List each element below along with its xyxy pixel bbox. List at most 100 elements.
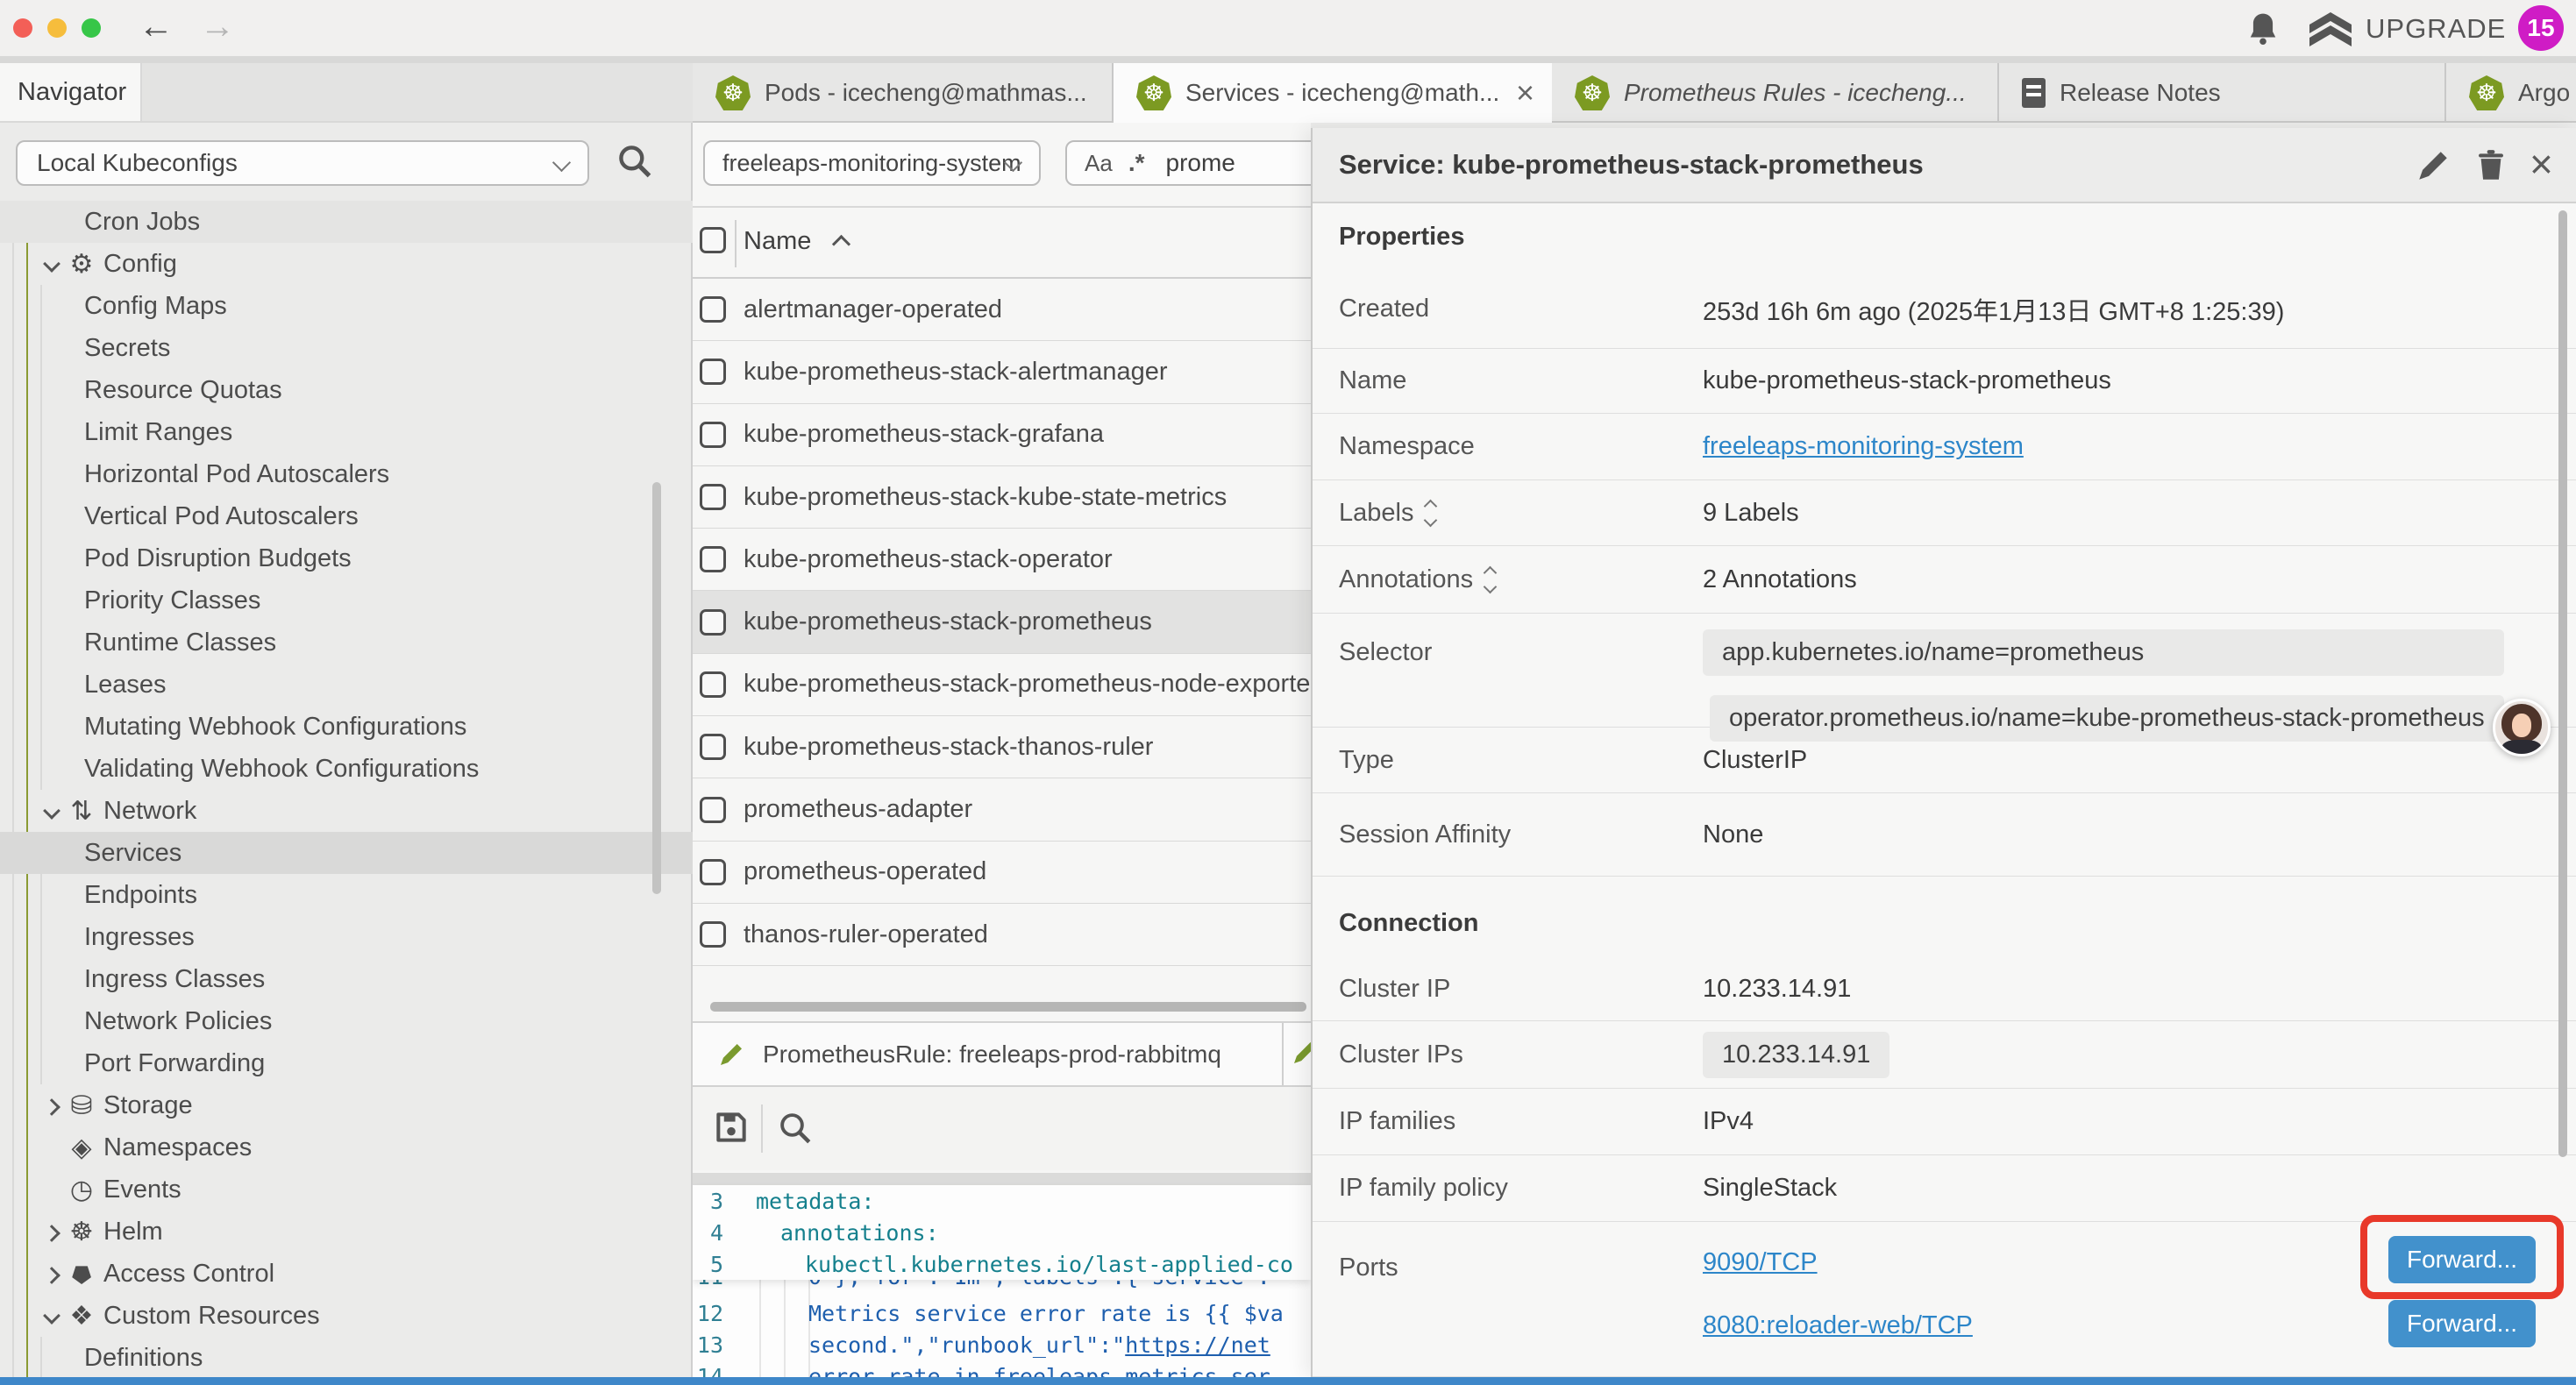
sidebar-tree-item[interactable]: Secrets bbox=[0, 327, 693, 369]
row-checkbox[interactable] bbox=[700, 797, 726, 823]
sidebar-search-icon[interactable] bbox=[616, 142, 654, 181]
tab-argo[interactable]: ☸ Argo Se bbox=[2446, 63, 2576, 123]
name-column-header[interactable]: Name bbox=[744, 227, 811, 256]
sidebar-tree-item[interactable]: Mutating Webhook Configurations bbox=[0, 706, 693, 748]
sidebar-tree-item[interactable]: ◈ Namespaces bbox=[0, 1126, 693, 1168]
avatar[interactable] bbox=[2493, 699, 2551, 756]
sidebar-tree-item[interactable]: ⇅ Network bbox=[0, 790, 693, 832]
service-row[interactable]: prometheus-operated bbox=[693, 842, 1311, 904]
port-link-8080[interactable]: 8080:reloader-web/TCP bbox=[1703, 1311, 1973, 1340]
row-checkbox[interactable] bbox=[700, 859, 726, 885]
window-close-button[interactable] bbox=[13, 18, 32, 38]
expander-icon[interactable] bbox=[42, 1180, 67, 1199]
save-icon[interactable] bbox=[712, 1108, 751, 1147]
upgrade-icon[interactable] bbox=[2306, 11, 2355, 47]
notifications-bell-icon[interactable] bbox=[2246, 11, 2280, 47]
window-minimize-button[interactable] bbox=[47, 18, 67, 38]
expander-icon[interactable] bbox=[42, 1264, 67, 1283]
editor-search-icon[interactable] bbox=[777, 1110, 814, 1147]
row-checkbox[interactable] bbox=[700, 359, 726, 385]
sidebar-tree-item[interactable]: Cron Jobs bbox=[0, 201, 693, 243]
service-row[interactable]: kube-prometheus-stack-thanos-ruler bbox=[693, 716, 1311, 778]
expander-icon[interactable] bbox=[42, 801, 67, 820]
namespace-filter-select[interactable]: freeleaps-monitoring-system bbox=[703, 140, 1041, 186]
sidebar-tree-item[interactable]: ⚙ Config bbox=[0, 243, 693, 285]
runbook-url-link[interactable]: https://net bbox=[1125, 1332, 1270, 1358]
service-row[interactable]: kube-prometheus-stack-alertmanager bbox=[693, 341, 1311, 403]
expander-icon[interactable] bbox=[42, 1138, 67, 1157]
expander-icon[interactable] bbox=[42, 1096, 67, 1115]
row-checkbox[interactable] bbox=[700, 609, 726, 636]
row-checkbox[interactable] bbox=[700, 734, 726, 760]
editor-tab-prometheusrule[interactable]: PrometheusRule: freeleaps-prod-rabbitmq bbox=[693, 1023, 1284, 1085]
sidebar-tree-item[interactable]: Horizontal Pod Autoscalers bbox=[0, 453, 693, 495]
service-row[interactable]: alertmanager-operated bbox=[693, 279, 1311, 341]
service-row[interactable]: kube-prometheus-stack-prometheus bbox=[693, 591, 1311, 653]
sidebar-tree-item[interactable]: Runtime Classes bbox=[0, 621, 693, 664]
yaml-editor[interactable]: 11 0"},"for":"1m","labels":{"service":" … bbox=[693, 1185, 1311, 1378]
service-row[interactable]: kube-prometheus-stack-grafana bbox=[693, 404, 1311, 466]
expander-icon[interactable] bbox=[42, 1306, 67, 1325]
row-checkbox[interactable] bbox=[700, 546, 726, 572]
service-row[interactable]: kube-prometheus-stack-operator bbox=[693, 529, 1311, 591]
expand-collapse-icon[interactable] bbox=[1426, 501, 1435, 525]
expand-collapse-icon[interactable] bbox=[1485, 568, 1495, 592]
delete-icon[interactable] bbox=[2473, 147, 2509, 184]
detail-scrollbar[interactable] bbox=[2558, 210, 2567, 1157]
upgrade-button[interactable]: UPGRADE bbox=[2366, 13, 2506, 45]
sidebar-tree-item[interactable]: ⛁ Storage bbox=[0, 1084, 693, 1126]
sidebar-tree-item[interactable]: Leases bbox=[0, 664, 693, 706]
sidebar-tree-item[interactable]: Pod Disruption Budgets bbox=[0, 537, 693, 579]
sidebar-tree-item[interactable]: ☸ Helm bbox=[0, 1211, 693, 1253]
editor-tab-partial[interactable] bbox=[1284, 1023, 1311, 1085]
sidebar-scrollbar[interactable] bbox=[652, 482, 661, 894]
service-row[interactable]: thanos-ruler-operated bbox=[693, 904, 1311, 966]
tab-close-icon[interactable]: × bbox=[1516, 75, 1534, 110]
expander-icon[interactable] bbox=[42, 1222, 67, 1241]
sidebar-tree-item[interactable]: Priority Classes bbox=[0, 579, 693, 621]
tab-release-notes[interactable]: Release Notes bbox=[1999, 63, 2446, 123]
edit-icon[interactable] bbox=[2415, 147, 2451, 184]
row-checkbox[interactable] bbox=[700, 296, 726, 323]
row-checkbox[interactable] bbox=[700, 422, 726, 448]
tab-pods[interactable]: ☸ Pods - icecheng@mathmas... bbox=[693, 63, 1114, 123]
service-row[interactable]: kube-prometheus-stack-prometheus-node-ex… bbox=[693, 654, 1311, 716]
window-zoom-button[interactable] bbox=[82, 18, 101, 38]
sidebar-tree-item[interactable]: Validating Webhook Configurations bbox=[0, 748, 693, 790]
sidebar-tree-item[interactable]: Limit Ranges bbox=[0, 411, 693, 453]
sidebar-tree-item[interactable]: Resource Quotas bbox=[0, 369, 693, 411]
port-link-9090[interactable]: 9090/TCP bbox=[1703, 1248, 1818, 1277]
sidebar-tree-item[interactable]: Config Maps bbox=[0, 285, 693, 327]
row-checkbox[interactable] bbox=[700, 671, 726, 698]
tab-services[interactable]: ☸ Services - icecheng@math... × bbox=[1114, 63, 1552, 123]
sidebar-tree-item[interactable]: Port Forwarding bbox=[0, 1042, 693, 1084]
sidebar-tree-item[interactable]: ◷ Events bbox=[0, 1168, 693, 1211]
horizontal-scrollbar[interactable] bbox=[710, 1002, 1306, 1012]
sidebar-tree-item[interactable]: Ingress Classes bbox=[0, 958, 693, 1000]
match-case-toggle[interactable]: Aa bbox=[1085, 150, 1113, 177]
namespace-link[interactable]: freeleaps-monitoring-system bbox=[1703, 432, 2024, 461]
expander-icon[interactable] bbox=[42, 254, 67, 273]
service-row[interactable]: kube-prometheus-stack-kube-state-metrics bbox=[693, 466, 1311, 529]
sidebar-tree-item[interactable]: ⬟ Access Control bbox=[0, 1253, 693, 1295]
notification-count-badge[interactable]: 15 bbox=[2518, 5, 2564, 51]
sidebar-tree-item[interactable]: Services bbox=[0, 832, 693, 874]
sidebar-tree-item[interactable]: Network Policies bbox=[0, 1000, 693, 1042]
sidebar-tree-item[interactable]: Endpoints bbox=[0, 874, 693, 916]
row-checkbox[interactable] bbox=[700, 484, 726, 510]
back-button[interactable]: ← bbox=[139, 5, 174, 47]
sidebar-tree-item[interactable]: Definitions bbox=[0, 1337, 693, 1379]
service-row[interactable]: prometheus-adapter bbox=[693, 778, 1311, 841]
row-checkbox[interactable] bbox=[700, 921, 726, 948]
sidebar-tree-item[interactable]: Vertical Pod Autoscalers bbox=[0, 495, 693, 537]
sidebar-tree-item[interactable]: ❖ Custom Resources bbox=[0, 1295, 693, 1337]
sort-ascending-icon[interactable] bbox=[832, 235, 850, 253]
navigator-tab[interactable]: Navigator bbox=[0, 63, 142, 121]
tab-prometheus-rules[interactable]: ☸ Prometheus Rules - icecheng... bbox=[1552, 63, 1999, 123]
select-all-checkbox[interactable] bbox=[700, 227, 726, 253]
kubeconfig-selector[interactable]: Local Kubeconfigs bbox=[16, 140, 589, 186]
regex-toggle[interactable]: .* bbox=[1128, 149, 1145, 177]
close-icon[interactable]: × bbox=[2530, 140, 2553, 188]
list-search-input[interactable]: Aa .* prome bbox=[1065, 140, 1311, 186]
forward-button-8080[interactable]: Forward... bbox=[2388, 1300, 2536, 1347]
